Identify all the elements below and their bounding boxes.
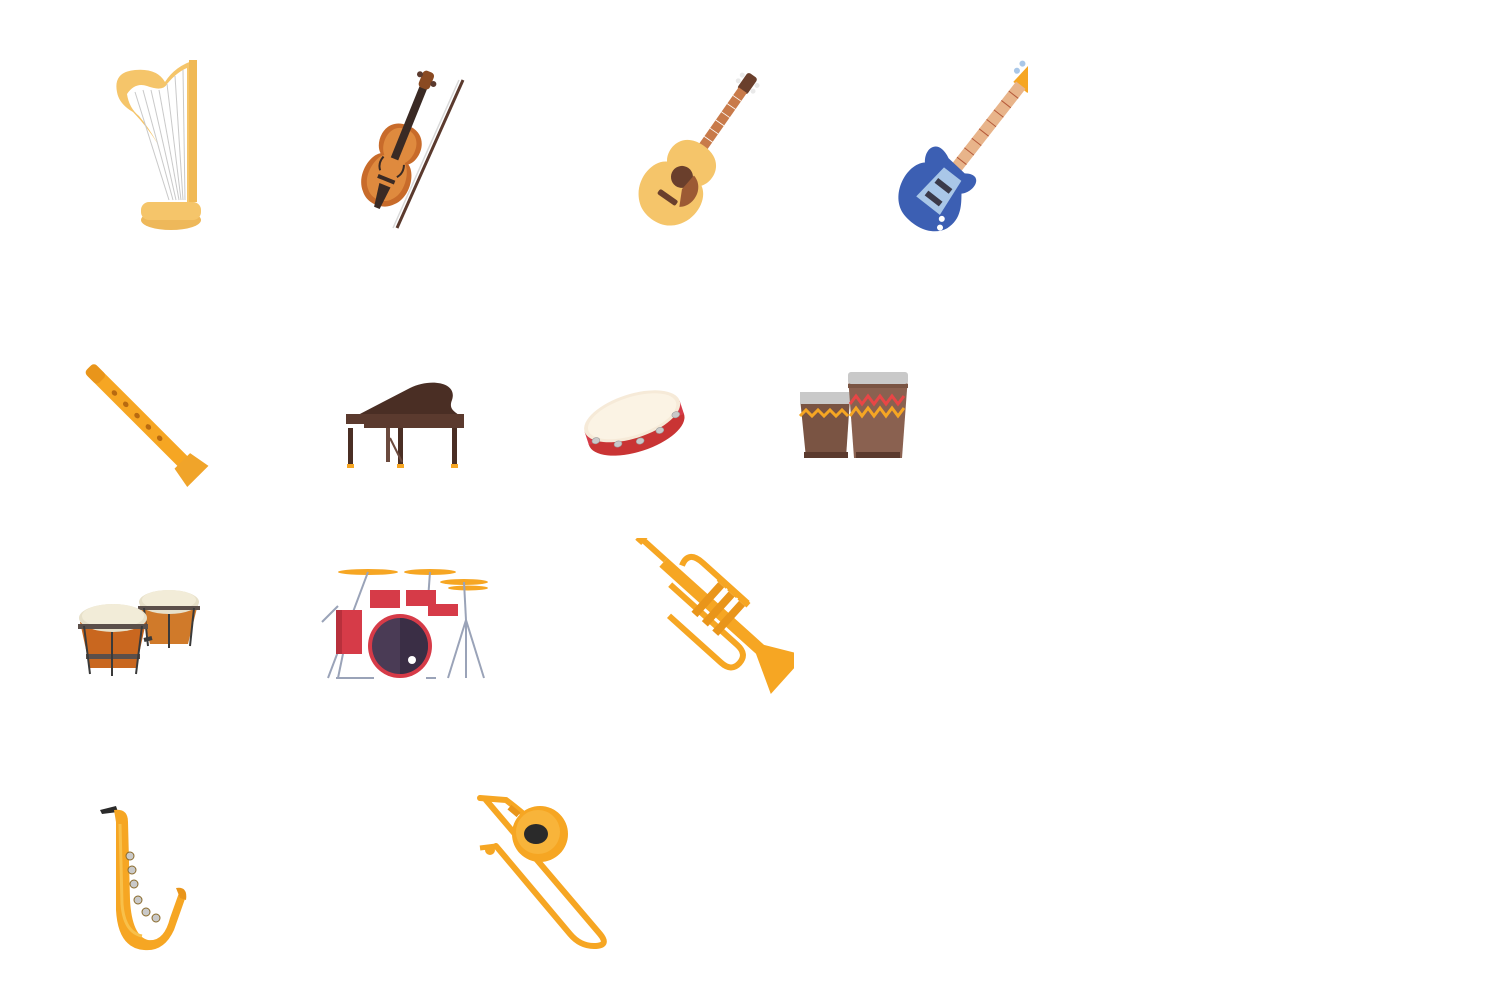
acoustic-guitar-icon [638,72,760,226]
bass-guitar-icon [898,60,1028,232]
trumpet-icon [635,538,794,695]
tambourine-icon [584,390,685,456]
violin-icon [361,70,465,229]
conga-drums-icon [798,372,908,458]
trombone-icon [477,795,607,950]
bongo-drums-icon [78,590,200,676]
recorder-flute-icon [85,364,209,488]
grand-piano-icon [346,382,464,468]
harp-icon [116,60,201,230]
drum-kit-icon [321,569,488,679]
saxophone-icon [100,806,187,951]
